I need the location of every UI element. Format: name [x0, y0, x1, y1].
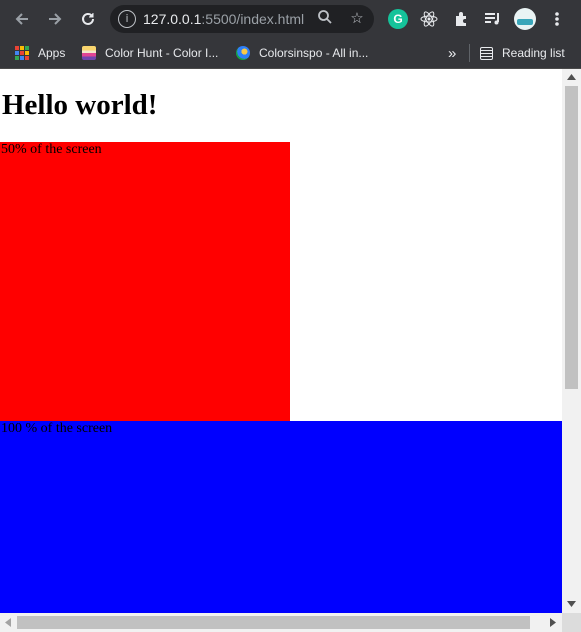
bookmarks-separator	[469, 44, 470, 62]
vertical-scrollbar[interactable]	[562, 69, 581, 613]
bookmark-color-hunt[interactable]: Color Hunt - Color I...	[82, 44, 218, 62]
site-info-icon[interactable]: i	[118, 10, 136, 28]
scroll-down-arrow-icon[interactable]	[567, 601, 576, 607]
bookmark-label: Color Hunt - Color I...	[105, 46, 219, 60]
reading-list-label: Reading list	[502, 46, 565, 60]
scroll-right-arrow-icon[interactable]	[550, 618, 556, 627]
colorsinspo-favicon	[236, 46, 250, 60]
bookmark-label: Apps	[38, 46, 66, 60]
forward-arrow-icon	[49, 13, 62, 25]
reading-list-button[interactable]: Reading list	[480, 44, 565, 62]
forward-button[interactable]	[43, 7, 67, 31]
apps-grid-icon	[15, 46, 29, 60]
horizontal-scroll-thumb[interactable]	[17, 616, 530, 629]
url-text: 127.0.0.1:5500/index.html	[143, 11, 305, 27]
scroll-left-arrow-icon[interactable]	[5, 618, 11, 627]
reload-icon	[82, 12, 94, 25]
page-heading: Hello world!	[2, 89, 158, 121]
scroll-up-arrow-icon[interactable]	[567, 74, 576, 80]
blue-box-label: 100 % of the screen	[1, 421, 113, 436]
color-hunt-favicon	[82, 46, 96, 60]
bookmark-star-icon[interactable]: ☆	[347, 9, 367, 29]
blue-box-100-percent: 100 % of the screen	[0, 421, 562, 613]
bookmarks-bar: Apps Color Hunt - Color I... Colorsinspo…	[0, 38, 581, 69]
address-bar[interactable]: i 127.0.0.1:5500/index.html ☆	[110, 5, 374, 33]
bookmark-label: Colorsinspo - All in...	[259, 46, 369, 60]
browser-menu-icon[interactable]	[547, 9, 567, 29]
scrollbar-corner	[562, 613, 581, 632]
red-box-50-percent: 50% of the screen	[0, 142, 290, 422]
page-content: Hello world! 50% of the screen 100 % of …	[0, 69, 562, 613]
bookmarks-overflow-button[interactable]: »	[448, 44, 456, 62]
profile-avatar[interactable]	[514, 8, 536, 30]
browser-toolbar: i 127.0.0.1:5500/index.html ☆ G	[0, 0, 581, 38]
bookmark-colorsinspo[interactable]: Colorsinspo - All in...	[236, 44, 368, 62]
reload-button[interactable]	[76, 7, 100, 31]
page-viewport: Hello world! 50% of the screen 100 % of …	[0, 69, 581, 632]
media-queue-icon[interactable]	[483, 9, 503, 29]
back-arrow-icon	[15, 13, 28, 25]
grammarly-extension-icon[interactable]: G	[388, 9, 408, 29]
bookmark-apps[interactable]: Apps	[15, 44, 65, 62]
reading-list-icon	[480, 46, 493, 60]
horizontal-scrollbar[interactable]	[0, 613, 562, 632]
vertical-scroll-thumb[interactable]	[565, 86, 578, 389]
back-button[interactable]	[10, 7, 34, 31]
react-devtools-icon[interactable]	[419, 9, 439, 29]
extensions-puzzle-icon[interactable]	[451, 9, 471, 29]
red-box-label: 50% of the screen	[1, 142, 102, 157]
zoom-search-icon[interactable]	[315, 9, 335, 29]
